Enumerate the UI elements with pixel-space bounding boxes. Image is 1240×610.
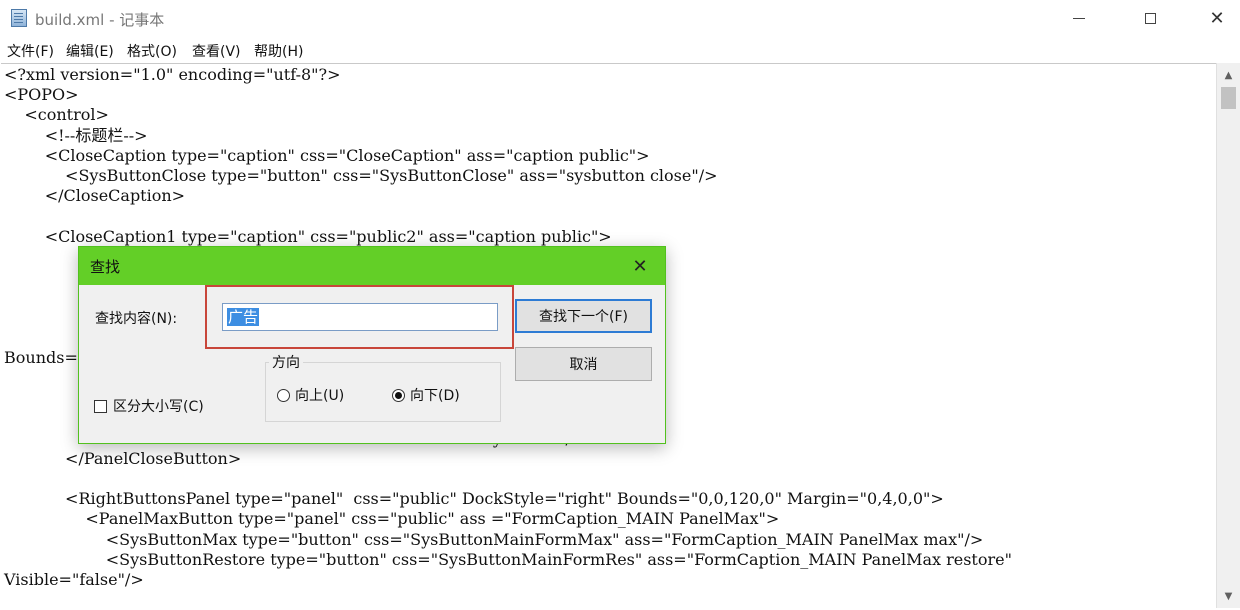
close-icon: ✕	[1209, 7, 1225, 29]
scroll-up-icon[interactable]: ▲	[1217, 65, 1240, 85]
find-what-input[interactable]: 广告	[222, 303, 498, 331]
find-what-selected-text: 广告	[227, 308, 260, 326]
maximize-button[interactable]	[1127, 0, 1173, 36]
window-titlebar: build.xml - 记事本 ✕	[0, 0, 1240, 36]
match-case-option[interactable]: 区分大小写(C)	[94, 396, 204, 416]
find-dialog: 查找 ✕ 查找内容(N): 广告 查找下一个(F) 取消 区分大小写(C) 方向…	[78, 246, 666, 444]
direction-down-radio[interactable]	[392, 388, 405, 402]
menu-file[interactable]: 文件(F)	[7, 41, 54, 61]
direction-group-label: 方向	[269, 352, 303, 372]
direction-down-option[interactable]: 向下(D)	[392, 385, 460, 405]
menu-format[interactable]: 格式(O)	[127, 41, 177, 61]
minimize-button[interactable]	[1056, 0, 1102, 36]
direction-up-option[interactable]: 向上(U)	[277, 385, 344, 405]
menu-help[interactable]: 帮助(H)	[254, 41, 303, 61]
direction-up-radio[interactable]	[277, 388, 290, 402]
maximize-icon	[1144, 12, 1156, 24]
notepad-icon	[11, 9, 27, 27]
vertical-scrollbar[interactable]: ▲ ▼	[1216, 63, 1240, 608]
menu-view[interactable]: 查看(V)	[192, 41, 241, 61]
menu-bar: 文件(F) 编辑(E) 格式(O) 查看(V) 帮助(H)	[0, 36, 1240, 62]
find-dialog-title: 查找	[90, 258, 121, 276]
match-case-checkbox[interactable]	[94, 399, 107, 413]
direction-down-label: 向下(D)	[410, 388, 460, 404]
scroll-down-icon[interactable]: ▼	[1217, 586, 1240, 606]
minimize-icon	[1073, 17, 1085, 19]
find-dialog-titlebar: 查找 ✕	[79, 247, 665, 285]
close-button[interactable]: ✕	[1194, 0, 1240, 36]
cancel-button[interactable]: 取消	[515, 347, 652, 381]
scrollbar-thumb[interactable]	[1221, 87, 1236, 109]
find-next-button[interactable]: 查找下一个(F)	[515, 299, 652, 333]
direction-up-label: 向上(U)	[295, 388, 345, 404]
find-what-label: 查找内容(N):	[95, 311, 178, 327]
menu-edit[interactable]: 编辑(E)	[66, 41, 114, 61]
match-case-label: 区分大小写(C)	[113, 399, 204, 415]
window-title: build.xml - 记事本	[35, 11, 165, 29]
dialog-close-icon[interactable]: ✕	[624, 252, 656, 280]
